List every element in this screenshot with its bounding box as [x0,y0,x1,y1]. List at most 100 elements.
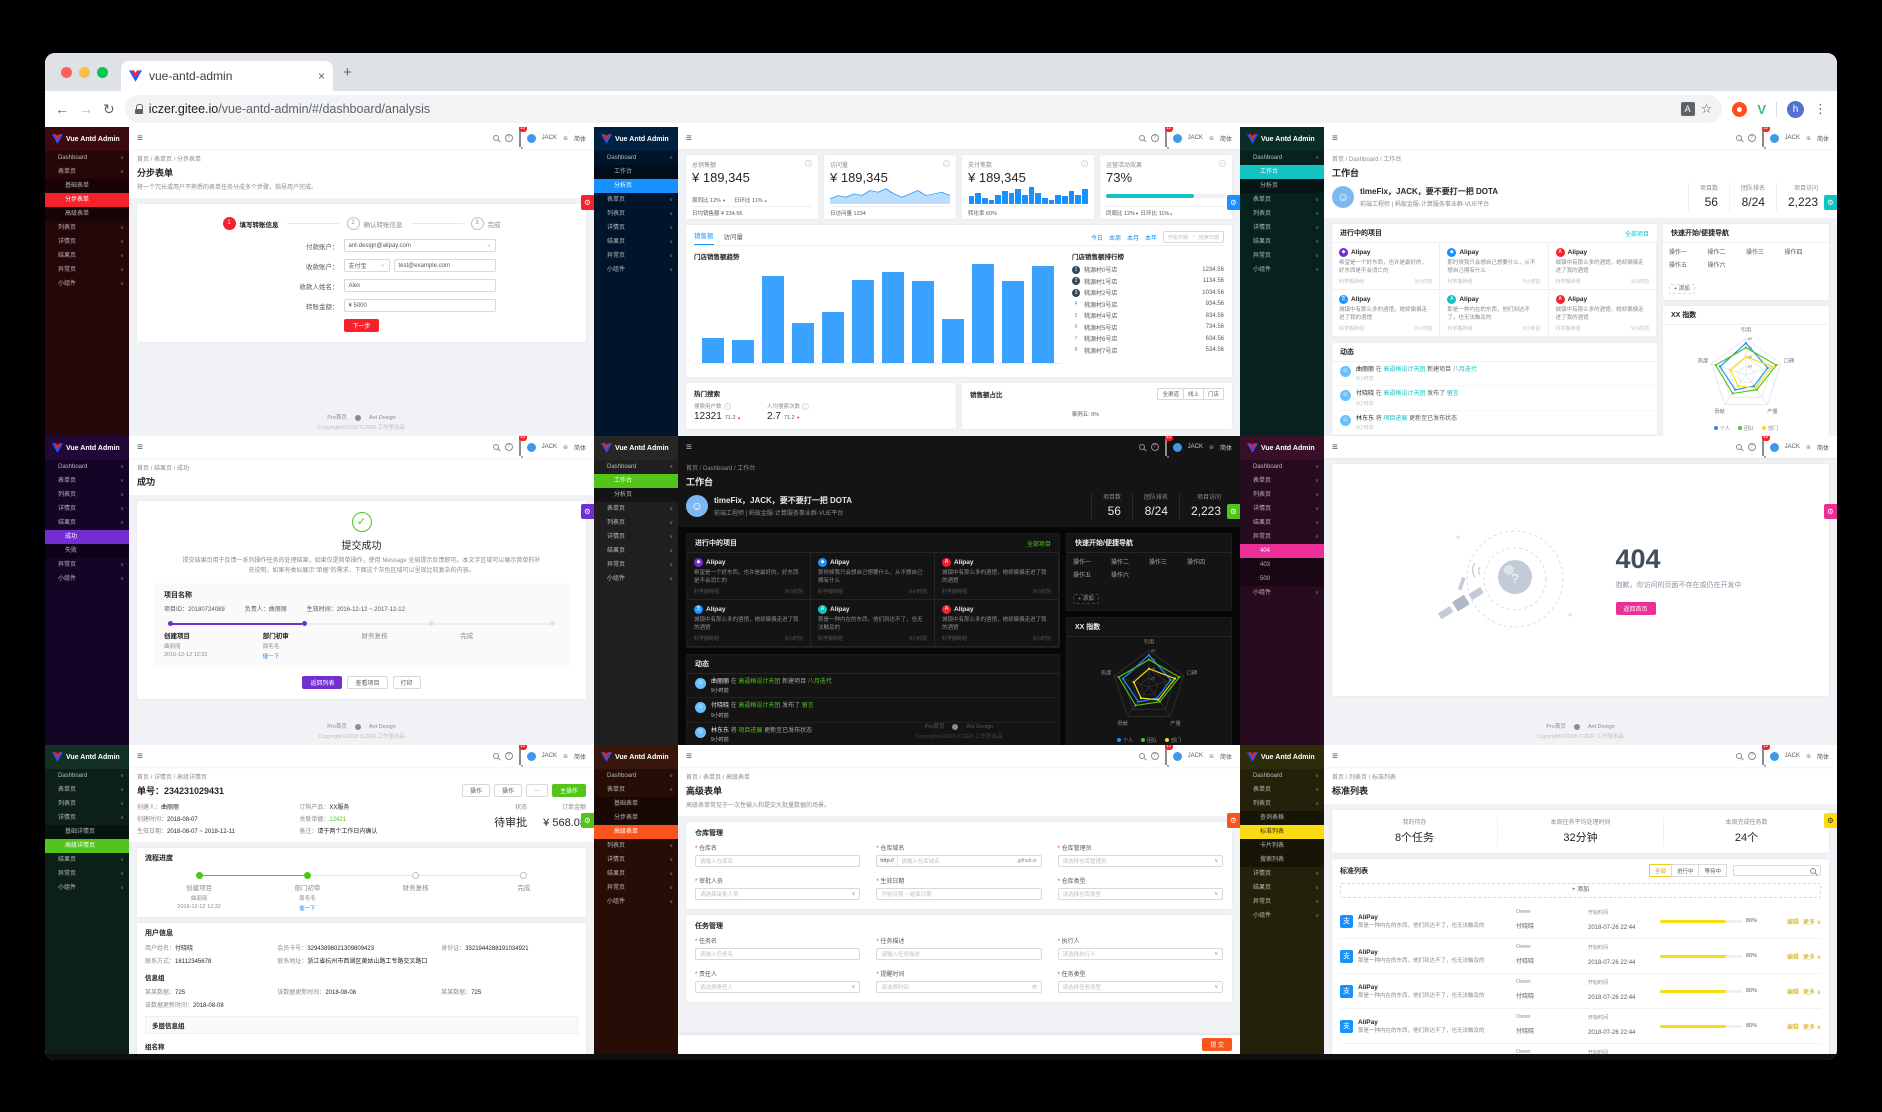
vue-devtools-icon[interactable]: V [1757,102,1766,117]
language-switcher[interactable]: 简体 [1220,443,1232,452]
edit-link[interactable]: 编辑 [1787,990,1799,996]
menu-fold-icon[interactable]: ≡ [686,751,692,762]
app-logo[interactable]: Vue Antd Admin [45,745,129,769]
more-link[interactable]: 更多 ∨ [1803,990,1821,996]
back-icon[interactable]: ← [55,101,69,117]
sidebar-menu-item[interactable]: 成功 [45,530,129,544]
field-input[interactable]: 开始日期 ~ 结束日期 [876,888,1042,900]
user-avatar[interactable] [1172,751,1182,761]
user-name[interactable]: JACK [542,444,557,450]
sidebar-menu-item[interactable]: 高级表单 [594,825,678,839]
list-item[interactable]: 支 AliPay 那是一种内在的东西，他们到达不了，也无法触及的 Owner付晓… [1340,939,1821,974]
sidebar-menu-item[interactable]: 结果页 ∧ [45,516,129,530]
sidebar-menu-item[interactable]: 标准列表 [1240,825,1324,839]
settings-gear-button[interactable]: ⚙ [581,504,594,519]
footer-link[interactable]: Ant Design [1588,724,1615,730]
search-icon[interactable] [1735,135,1742,141]
sidebar-menu-item[interactable]: 表单页 ∨ [594,502,678,516]
sidebar-menu-item[interactable]: 结果页 ∨ [1240,881,1324,895]
help-icon[interactable]: ? [1747,752,1756,760]
field-input[interactable]: 请选择仓库管理员 ∨ [1057,855,1223,867]
user-avatar[interactable] [526,133,536,143]
project-card[interactable]: A Alipay 那是一种内在的东西，他们到达不了，也无法触及的 科学搬砖组 9小时… [811,600,935,647]
flow-step-info[interactable]: 催一下 [253,904,361,912]
legend-item[interactable]: 个人 [1713,425,1730,432]
help-icon[interactable]: ? [1747,134,1756,142]
language-switcher[interactable]: 简体 [1220,752,1232,761]
date-range-link[interactable]: 本年 [1145,233,1157,242]
notification-bell[interactable]: 12 [1164,745,1173,765]
list-item[interactable]: 支 AliPay 那是一种内在的东西，他们到达不了，也无法触及的 Owner付晓… [1340,904,1821,939]
back-home-button[interactable]: 返回首页 [1615,602,1656,615]
date-range-link[interactable]: 今日 [1091,233,1103,242]
flow-step-info[interactable]: 2016-12-12 12:32 [145,904,253,910]
user-name[interactable]: JACK [542,753,557,759]
browser-menu-icon[interactable]: ⋮ [1814,101,1827,117]
info-icon[interactable]: i [723,402,731,410]
notification-bell[interactable]: 12 [1761,436,1770,456]
activity-link[interactable]: 八月迭代 [808,679,832,685]
activity-link[interactable]: 项目进展 [1383,416,1407,422]
sidebar-menu-item[interactable]: 列表页 ∨ [45,488,129,502]
sidebar-menu-item[interactable]: 异常页 ∨ [594,881,678,895]
sidebar-menu-item[interactable]: 详情页 ∨ [594,530,678,544]
activity-link[interactable]: 高逼格设计天团 [1383,391,1425,397]
app-logo[interactable]: Vue Antd Admin [1240,436,1324,460]
project-card[interactable]: ◆ Alipay 希望是一个好东西，也许是最好的，好东西是不会消亡的 科学搬砖组 9… [687,553,811,600]
sidebar-menu-item[interactable]: 结果页 ∨ [45,249,129,263]
quick-op-link[interactable]: 操作一 [1073,557,1111,570]
quick-op-link[interactable]: 操作二 [1111,557,1149,570]
github-icon[interactable] [354,723,361,730]
info-icon[interactable]: i [943,160,950,167]
sidebar-menu-item[interactable]: 表单页 ∧ [45,165,129,179]
print-button[interactable]: 打印 [392,676,421,690]
view-project-button[interactable]: 查看项目 [347,676,388,690]
sidebar-menu-item[interactable]: 列表页 ∨ [1240,207,1324,221]
add-item-button[interactable]: + 添加 [1340,883,1821,898]
menu-fold-icon[interactable]: ≡ [137,133,143,144]
project-card[interactable]: A Alipay 那是一种内在的东西，他们到达不了，也无法触及的 科学搬砖组 9小时… [1440,290,1549,337]
notification-bell[interactable]: 12 [1761,127,1770,147]
field-input[interactable]: 请选择审批人员 ∨ [695,888,861,900]
list-item[interactable]: 支 AliPay 那是一种内在的东西，他们到达不了，也无法触及的 Owner付晓… [1340,1044,1821,1054]
project-card[interactable]: 支 Alipay 城镇中有那么多的酒馆，她却偏偏走进了我的酒馆 科学搬砖组 9小时前 [1332,290,1441,337]
app-logo[interactable]: Vue Antd Admin [594,436,678,460]
project-group[interactable]: 科学搬砖组 [694,635,719,642]
tab-visits[interactable]: 访问量 [724,230,744,245]
more-link[interactable]: 更多 ∨ [1803,920,1821,926]
search-icon[interactable] [1138,135,1145,141]
sidebar-menu-item[interactable]: 工作台 [594,165,678,179]
help-icon[interactable]: ? [1150,752,1159,760]
breadcrumb[interactable]: 首页 / Dashboard / 工作台 [1332,154,1829,163]
help-icon[interactable]: ? [504,443,513,451]
search-icon[interactable] [492,444,499,450]
project-card[interactable]: ◆ Alipay 那时候我只会想自己想要什么，从不想自己拥有什么 科学搬砖组 9小时… [1440,243,1549,290]
menu-fold-icon[interactable]: ≡ [1332,751,1338,762]
app-logo[interactable]: Vue Antd Admin [1240,745,1324,769]
sidebar-menu-item[interactable]: 工作台 [594,474,678,488]
field-input[interactable]: http://请输入仓库域名 .github.io [876,855,1042,867]
footer-link[interactable]: Ant Design [369,724,396,730]
language-switcher[interactable]: 简体 [574,443,586,452]
sidebar-menu-item[interactable]: Dashboard ∨ [1240,769,1324,783]
settings-gear-button[interactable]: ⚙ [1824,813,1837,828]
sidebar-menu-item[interactable]: 列表页 ∨ [45,797,129,811]
browser-tab[interactable]: vue-antd-admin × [121,61,333,91]
sidebar-menu-item[interactable]: 高级详情页 [45,839,129,853]
more-link[interactable]: 更多 ∨ [1803,955,1821,961]
sidebar-menu-item[interactable]: 结果页 ∨ [1240,235,1324,249]
sidebar-menu-item[interactable]: 列表页 ∧ [1240,797,1324,811]
project-group[interactable]: 科学搬砖组 [1339,325,1364,332]
project-card[interactable]: A Alipay 城镇中有那么多的酒馆，她却偏偏走进了我的酒馆 科学搬砖组 9小时前 [935,600,1059,647]
sidebar-menu-item[interactable]: 列表页 ∨ [45,221,129,235]
settings-gear-button[interactable]: ⚙ [1824,195,1837,210]
field-input[interactable]: 请选择仓库类型 ∨ [1057,888,1223,900]
field-input[interactable]: 请选择时间 ◷ [876,981,1042,993]
sidebar-menu-item[interactable]: 异常页 ∨ [594,558,678,572]
info-icon[interactable]: i [802,402,810,410]
field-input[interactable]: 请选择任务类型 ∨ [1057,981,1223,993]
sidebar-menu-item[interactable]: 表单页 ∨ [594,193,678,207]
activity-user[interactable]: 林东东 [1356,416,1374,422]
owner-value[interactable]: 付晓晓 [1516,959,1534,965]
language-switcher[interactable]: 简体 [1817,443,1829,452]
